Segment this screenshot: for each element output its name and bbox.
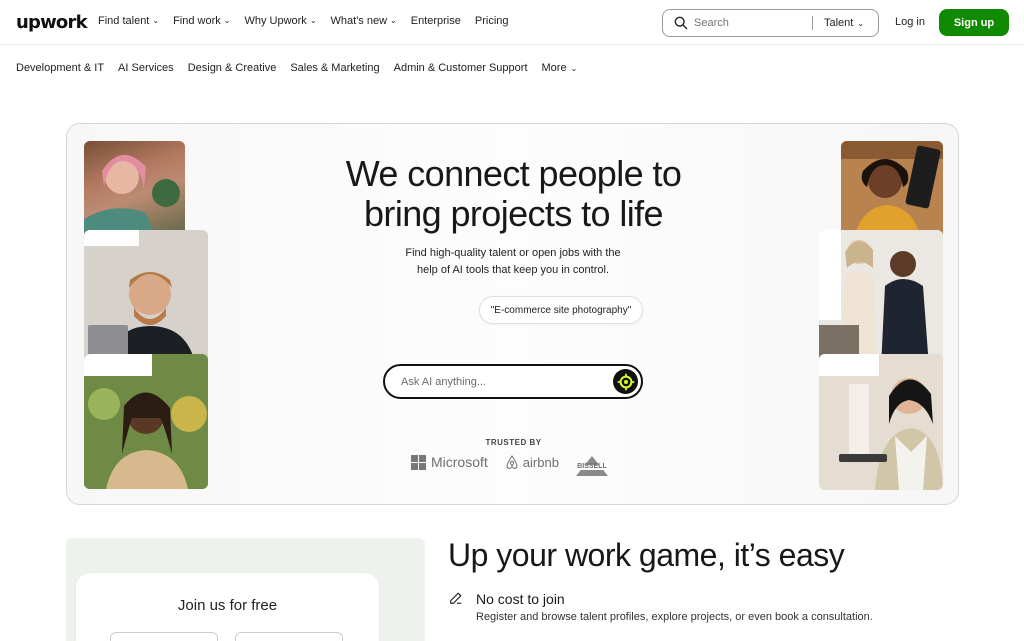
freelancer-photo xyxy=(84,354,208,489)
bissell-logo: BISSELL xyxy=(574,455,609,476)
feature-title: No cost to join xyxy=(476,591,565,607)
section-heading: Up your work game, it’s easy xyxy=(448,537,845,573)
chevron-down-icon: ⌄ xyxy=(857,18,865,28)
nav-label: Enterprise xyxy=(410,15,461,27)
nav-label: Find talent xyxy=(98,15,150,27)
airbnb-icon xyxy=(506,455,518,469)
search-icon xyxy=(674,16,688,30)
ai-sparkle-icon xyxy=(616,372,635,391)
category-more-label: More xyxy=(541,62,567,74)
nav-whats-new[interactable]: What's new ⌄ xyxy=(331,15,397,27)
freelancer-photo xyxy=(819,230,943,367)
category-admin-support[interactable]: Admin & Customer Support xyxy=(394,62,528,74)
chevron-down-icon: ⌄ xyxy=(390,15,397,25)
hero-title: We connect people to bring projects to li… xyxy=(67,153,958,234)
chevron-down-icon: ⌄ xyxy=(309,15,317,25)
join-option-freelancer[interactable] xyxy=(235,632,343,641)
nav-pricing[interactable]: Pricing xyxy=(475,15,509,27)
nav-label: Pricing xyxy=(474,15,509,27)
portrait-illustration xyxy=(84,354,208,489)
category-ai-services[interactable]: AI Services xyxy=(118,62,174,74)
hero-subtitle-line: help of AI tools that keep you in contro… xyxy=(416,264,609,276)
portrait-illustration xyxy=(819,354,943,490)
search-scope-dropdown[interactable]: Talent ⌄ xyxy=(824,17,864,29)
hero-title-line: bring projects to life xyxy=(364,193,664,234)
nav-find-work[interactable]: Find work ⌄ xyxy=(173,15,230,27)
hero-subtitle: Find high-quality talent or open jobs wi… xyxy=(363,245,663,279)
nav-why-upwork[interactable]: Why Upwork ⌄ xyxy=(244,15,316,27)
ai-ask-input[interactable] xyxy=(401,375,601,388)
feature-description: Register and browse talent profiles, exp… xyxy=(476,611,873,623)
microsoft-logo: Microsoft xyxy=(411,454,488,470)
category-bar: Development & IT AI Services Design & Cr… xyxy=(16,62,591,74)
category-sales-marketing[interactable]: Sales & Marketing xyxy=(290,62,379,74)
search-bar: Talent⌄ xyxy=(662,9,879,37)
ai-ask-bar xyxy=(383,364,643,399)
hero-subtitle-line: Find high-quality talent or open jobs wi… xyxy=(405,247,621,259)
nav-label: What's new xyxy=(330,15,388,27)
search-scope-label: Talent xyxy=(824,17,854,29)
chevron-down-icon: ⌄ xyxy=(223,15,231,25)
microsoft-grid-icon xyxy=(411,454,426,470)
bissell-wordmark: BISSELL xyxy=(577,462,607,470)
main-nav: Find talent ⌄ Find work ⌄ Why Upwork ⌄ What… xyxy=(98,15,523,27)
chevron-down-icon: ⌄ xyxy=(152,15,160,25)
category-design-creative[interactable]: Design & Creative xyxy=(188,62,277,74)
suggestion-chip[interactable]: "E-commerce site photography" xyxy=(479,296,643,324)
nav-label: Why Upwork xyxy=(244,15,307,27)
upwork-logo[interactable]: upwork xyxy=(16,12,88,33)
airbnb-wordmark: airbnb xyxy=(522,454,559,470)
hero-title-line: We connect people to xyxy=(345,153,682,194)
hero-section: We connect people to bring projects to li… xyxy=(66,123,959,505)
trusted-by-label: TRUSTED BY xyxy=(485,438,542,447)
trusted-logos: Microsoft airbnb BISSELL xyxy=(411,454,609,476)
portrait-illustration xyxy=(819,230,943,367)
search-input[interactable] xyxy=(694,17,812,29)
top-navigation-bar: upwork Find talent ⌄ Find work ⌄ Why Upwor… xyxy=(0,0,1024,45)
airbnb-logo: airbnb xyxy=(504,454,559,470)
join-title: Join us for free xyxy=(177,597,278,614)
nav-find-talent[interactable]: Find talent ⌄ xyxy=(98,15,159,27)
login-link[interactable]: Log in xyxy=(895,16,925,28)
chevron-down-icon: ⌄ xyxy=(570,63,578,73)
freelancer-photo xyxy=(819,354,943,490)
signup-button[interactable]: Sign up xyxy=(939,9,1009,36)
edit-icon xyxy=(450,592,462,604)
category-more[interactable]: More ⌄ xyxy=(542,62,578,74)
microsoft-wordmark: Microsoft xyxy=(431,454,488,470)
portrait-illustration xyxy=(84,230,208,367)
ai-submit-button[interactable] xyxy=(613,369,638,394)
nav-enterprise[interactable]: Enterprise xyxy=(411,15,461,27)
freelancer-photo xyxy=(84,230,208,367)
category-development-it[interactable]: Development & IT xyxy=(16,62,104,74)
nav-label: Find work xyxy=(173,15,221,27)
search-divider xyxy=(812,16,813,30)
join-card: Join us for free xyxy=(76,573,379,641)
join-option-client[interactable] xyxy=(110,632,218,641)
